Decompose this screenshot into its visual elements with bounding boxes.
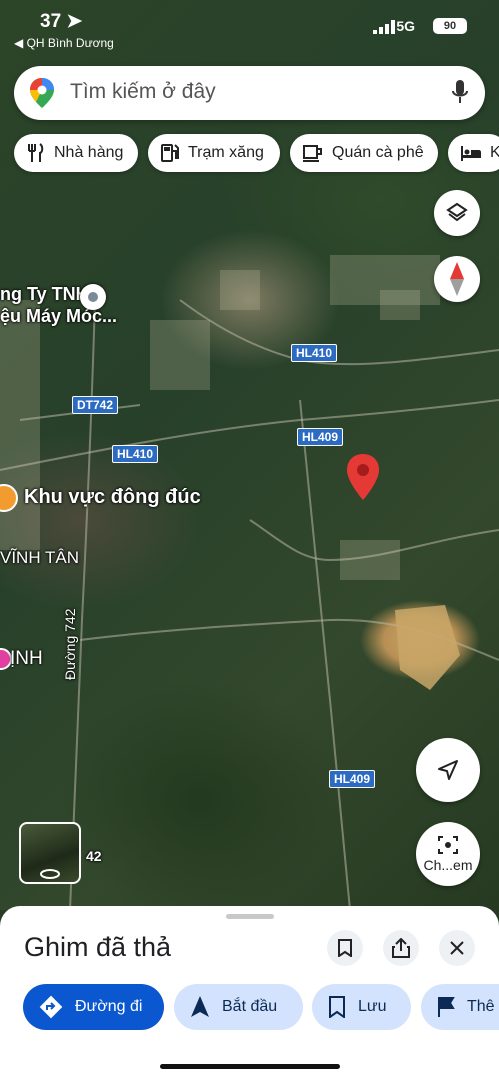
street-view-thumbnail[interactable] (19, 822, 81, 884)
place-marker-icon[interactable] (80, 284, 106, 310)
save-button[interactable]: Lưu (312, 984, 411, 1030)
directions-label: Đường đi (75, 998, 143, 1015)
district-label-dinh: ỊNH (10, 648, 43, 669)
restaurant-icon (28, 143, 44, 162)
district-label-vinh-tan: VĨNH TÂN (0, 548, 80, 567)
bookmark-icon (329, 996, 345, 1018)
status-bar: 37 ➤ ◀ QH Bình Dương 5G 90 (0, 0, 499, 58)
chip-coffee[interactable]: Quán cà phê (290, 134, 438, 172)
flag-icon (438, 997, 455, 1017)
share-icon (392, 938, 410, 958)
battery-icon: 90 (433, 18, 467, 34)
rotate-360-icon (40, 869, 60, 879)
close-button[interactable] (439, 930, 475, 966)
street-view-button[interactable]: Ch...em (416, 822, 480, 886)
status-time: 37 ➤ (40, 11, 83, 32)
location-arrow-icon (438, 760, 458, 780)
google-maps-pin-icon (30, 78, 54, 108)
road-name-742: Đường 742 (62, 608, 78, 680)
close-icon (450, 941, 464, 955)
network-type: 5G (396, 18, 415, 34)
compass-button[interactable] (434, 256, 480, 302)
chip-label: Kh (490, 144, 499, 161)
road-shield-dt742: DT742 (72, 396, 119, 414)
sheet-drag-handle[interactable] (226, 914, 274, 919)
label-button[interactable]: Thê (421, 984, 499, 1030)
gas-station-icon (161, 144, 179, 162)
hotel-icon (461, 146, 481, 161)
microphone-icon[interactable] (451, 79, 469, 107)
navigation-arrow-icon (191, 996, 209, 1017)
chip-label: Trạm xăng (188, 144, 264, 161)
label-button-text: Thê (467, 998, 495, 1015)
home-indicator[interactable] (160, 1064, 340, 1069)
directions-icon (39, 995, 63, 1019)
busy-area-label: Khu vực đông đúc (24, 486, 201, 508)
my-location-button[interactable] (416, 738, 480, 802)
share-button[interactable] (383, 930, 419, 966)
chip-restaurants[interactable]: Nhà hàng (14, 134, 138, 172)
layers-icon (446, 202, 468, 222)
back-to-app-link[interactable]: ◀ QH Bình Dương (14, 36, 114, 50)
bookmark-icon (338, 939, 352, 957)
save-label: Lưu (358, 998, 387, 1015)
chip-hotels[interactable]: Kh (448, 134, 499, 172)
road-shield-hl409-south: HL409 (329, 770, 376, 788)
chip-gas-stations[interactable]: Trạm xăng (148, 134, 280, 172)
search-bar[interactable]: Tìm kiếm ở đây (14, 66, 485, 120)
dropped-pin-icon[interactable] (346, 454, 380, 500)
road-fragment-label: 42 (86, 848, 102, 864)
signal-bars-icon (373, 20, 395, 34)
chip-label: Nhà hàng (54, 144, 124, 161)
start-navigation-button[interactable]: Bắt đầu (174, 984, 303, 1030)
start-label: Bắt đầu (222, 998, 278, 1015)
chip-label: Quán cà phê (332, 144, 424, 161)
place-label-machinery[interactable]: ệu Máy Móc... (0, 306, 117, 327)
camera-icon (438, 836, 458, 854)
search-input[interactable]: Tìm kiếm ở đây (70, 80, 216, 104)
save-place-button[interactable] (327, 930, 363, 966)
map-layers-button[interactable] (434, 190, 480, 236)
coffee-icon (303, 145, 322, 162)
directions-button[interactable]: Đường đi (23, 984, 164, 1030)
sheet-title: Ghim đã thả (24, 932, 172, 962)
road-shield-hl410-west: HL410 (112, 445, 159, 463)
compass-icon (450, 262, 464, 296)
road-shield-hl409: HL409 (297, 428, 344, 446)
street-view-label: Ch...em (423, 857, 473, 873)
road-shield-hl410: HL410 (291, 344, 338, 362)
